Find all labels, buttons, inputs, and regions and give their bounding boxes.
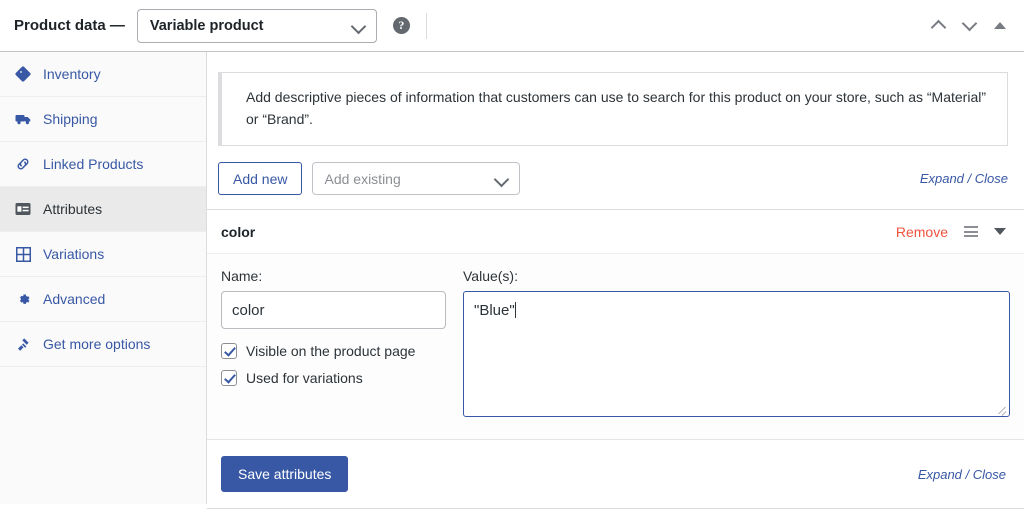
sidebar-item-advanced[interactable]: Advanced [0,277,206,322]
attribute-values-textarea[interactable]: "Blue" [463,291,1010,418]
attributes-icon [14,200,32,218]
add-new-button[interactable]: Add new [218,162,303,196]
used-for-variations-row[interactable]: Used for variations [221,370,446,387]
attributes-toolbar: Add new Add existing Expand / Close [218,162,1008,196]
triangle-down-icon[interactable] [994,228,1006,236]
add-existing-select[interactable]: Add existing [312,162,521,196]
attribute-name-input[interactable] [221,291,446,330]
inventory-icon [14,65,32,83]
sidebar-item-shipping[interactable]: Shipping [0,97,206,142]
visible-on-product-page-row[interactable]: Visible on the product page [221,343,446,360]
resize-grip[interactable] [995,402,1007,414]
name-field-label: Name: [221,268,263,285]
add-existing-placeholder: Add existing [324,170,401,187]
expand-link[interactable]: Expand [920,171,964,186]
links-separator: / [963,171,975,187]
used-for-variations-checkbox[interactable] [221,370,237,387]
expand-link[interactable]: Expand [918,467,962,482]
sidebar-item-label: Get more options [43,336,151,352]
expand-close-links-bottom: Expand / Close [918,467,1006,482]
links-separator: / [961,466,973,482]
sidebar-item-label: Attributes [43,201,103,217]
plugin-icon [14,335,32,353]
remove-attribute-link[interactable]: Remove [896,224,948,240]
attribute-checkboxes: Visible on the product page Used for var… [221,343,446,387]
attribute-values-text: "Blue" [474,302,515,320]
attribute-name-column: Name: Visible on the product page Used f… [221,268,446,417]
product-type-value: Variable product [149,17,264,34]
header-divider [425,12,427,39]
chevron-down-icon [352,19,366,33]
sidebar-item-linked-products[interactable]: Linked Products [0,142,206,187]
truck-icon [14,110,32,128]
attribute-card-body: Name: Visible on the product page Used f… [207,254,1024,441]
close-link[interactable]: Close [975,171,1008,186]
visible-on-product-page-checkbox[interactable] [221,343,237,360]
attributes-description: Add descriptive pieces of information th… [218,72,1008,147]
attribute-card-header[interactable]: color Remove [207,210,1024,255]
sidebar-item-label: Shipping [43,111,98,127]
attribute-title: color [221,223,256,240]
sidebar-item-label: Inventory [43,66,101,82]
link-icon [14,155,32,173]
move-up-button[interactable] [932,18,947,33]
sidebar-item-variations[interactable]: Variations [0,232,206,277]
sidebar-item-inventory[interactable]: Inventory [0,52,206,97]
collapse-panel-toggle[interactable] [994,22,1006,29]
drag-handle-icon[interactable] [964,226,978,238]
grid-icon [14,245,32,263]
attributes-footer: Save attributes Expand / Close [207,440,1024,509]
product-data-body: Inventory Shipping Linked Products Attri… [0,52,1024,509]
attribute-card: color Remove Name: Visible on the produc… [207,209,1024,509]
sidebar-item-label: Linked Products [43,156,144,172]
sidebar-item-label: Advanced [43,291,106,307]
close-link[interactable]: Close [973,467,1006,482]
used-for-variations-label: Used for variations [246,370,363,387]
attribute-values-column: Value(s): "Blue" [463,268,1010,418]
values-field-label: Value(s): [463,268,518,285]
product-data-header: Product data — Variable product ? [0,0,1024,52]
sidebar-item-attributes[interactable]: Attributes [0,187,206,232]
gear-icon [14,290,32,308]
save-attributes-button[interactable]: Save attributes [221,456,349,493]
chevron-down-icon [495,172,509,186]
text-cursor [514,302,516,319]
help-circle-icon[interactable]: ? [392,17,410,34]
sidebar-item-label: Variations [43,246,105,262]
product-type-select[interactable]: Variable product [136,8,377,43]
expand-close-links-top: Expand / Close [920,171,1008,186]
attributes-panel: Add descriptive pieces of information th… [207,52,1024,509]
move-down-button[interactable] [963,18,978,33]
sidebar-item-get-more-options[interactable]: Get more options [0,322,206,367]
product-data-tabs: Inventory Shipping Linked Products Attri… [0,52,207,504]
visible-on-product-page-label: Visible on the product page [246,343,416,360]
page-title: Product data — [14,17,125,34]
